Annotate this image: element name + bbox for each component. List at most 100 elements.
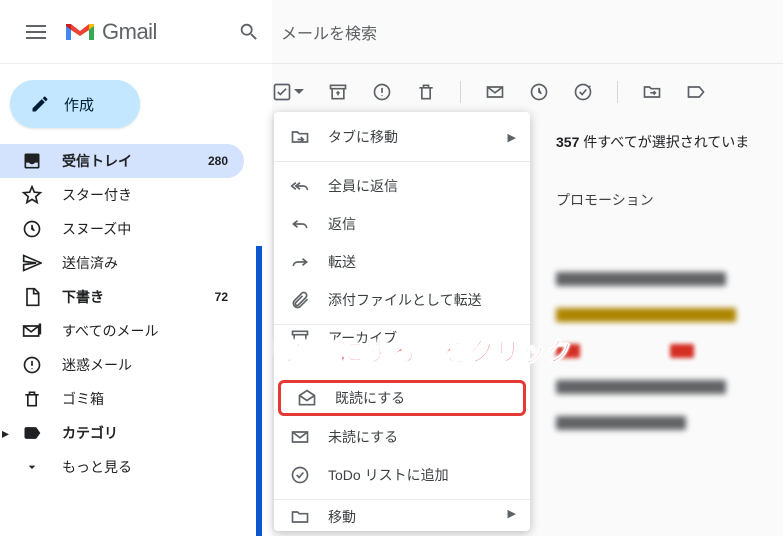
menu-forward[interactable]: 転送	[274, 243, 530, 281]
main-menu-button[interactable]	[12, 8, 60, 56]
compose-label: 作成	[64, 94, 94, 115]
sidebar-item-label: すべてのメール	[62, 321, 228, 341]
draft-icon	[22, 287, 42, 307]
inbox-icon	[22, 151, 42, 171]
sidebar: 作成 受信トレイ 280 スター付き スヌーズ中 送信済み 下書き	[0, 64, 256, 536]
hamburger-icon	[26, 25, 46, 39]
sidebar-item-count: 280	[208, 154, 228, 168]
sidebar-item-spam[interactable]: 迷惑メール	[0, 348, 244, 382]
instruction-annotation: 『既読にする』をクリック	[260, 332, 572, 369]
mail-open-icon	[297, 388, 317, 408]
sidebar-item-drafts[interactable]: 下書き 72	[0, 280, 244, 314]
sidebar-item-snoozed[interactable]: スヌーズ中	[0, 212, 244, 246]
menu-label: 移動	[328, 507, 356, 525]
gmail-logo-text: Gmail	[102, 19, 157, 45]
sidebar-item-label: ゴミ箱	[62, 389, 228, 409]
archive-button[interactable]	[328, 82, 348, 102]
sidebar-item-label: スヌーズ中	[62, 219, 228, 239]
sidebar-item-sent[interactable]: 送信済み	[0, 246, 244, 280]
move-to-tab-icon	[290, 127, 310, 147]
selection-info: 357 件すべてが選択されていま	[556, 124, 783, 160]
menu-move[interactable]: 移動 ▶	[274, 505, 530, 525]
menu-move-to-tab[interactable]: タブに移動 ▶	[274, 118, 530, 156]
trash-icon	[22, 389, 42, 409]
sidebar-item-all-mail[interactable]: すべてのメール	[0, 314, 244, 348]
menu-add-todo[interactable]: ToDo リストに追加	[274, 456, 530, 494]
nav-list: 受信トレイ 280 スター付き スヌーズ中 送信済み 下書き 72	[0, 144, 256, 484]
menu-separator	[274, 499, 530, 500]
delete-button[interactable]	[416, 82, 436, 102]
selection-rest: 件すべてが選択されていま	[579, 134, 749, 150]
attachment-icon	[290, 290, 310, 310]
tab-promotions[interactable]: プロモーション	[556, 190, 783, 210]
select-all-checkbox[interactable]	[272, 82, 304, 102]
gmail-logo[interactable]: Gmail	[64, 19, 157, 45]
reply-all-icon	[290, 176, 310, 196]
report-spam-button[interactable]	[372, 82, 392, 102]
move-to-button[interactable]	[642, 82, 662, 102]
context-menu: タブに移動 ▶ 全員に返信 返信 転送 添付ファイルとして転送	[274, 112, 530, 531]
menu-forward-attachment[interactable]: 添付ファイルとして転送	[274, 281, 530, 319]
forward-icon	[290, 252, 310, 272]
sidebar-item-label: もっと見る	[62, 457, 228, 477]
spam-icon	[22, 355, 42, 375]
main-content: 357 件すべてが選択されていま プロモーション タブに移動 ▶ 全員に返信	[256, 64, 783, 536]
search-bar[interactable]: メールを検索	[237, 20, 377, 44]
submenu-arrow-icon: ▶	[508, 131, 516, 144]
menu-separator	[274, 324, 530, 325]
sidebar-item-label: 迷惑メール	[62, 355, 228, 375]
chevron-down-icon	[22, 457, 42, 477]
menu-mark-unread[interactable]: 未読にする	[274, 418, 530, 456]
menu-separator	[274, 161, 530, 162]
chevron-right-icon: ▸	[2, 425, 16, 442]
gmail-logo-icon	[64, 20, 96, 44]
sidebar-item-label: 受信トレイ	[62, 151, 188, 171]
menu-label: 転送	[328, 252, 356, 272]
menu-label: ToDo リストに追加	[328, 465, 449, 485]
search-icon	[237, 20, 261, 44]
menu-label: 全員に返信	[328, 176, 398, 196]
submenu-arrow-icon: ▶	[508, 507, 516, 520]
category-icon	[22, 423, 42, 443]
search-placeholder: メールを検索	[281, 20, 377, 44]
selection-count: 357	[556, 134, 579, 150]
all-mail-icon	[22, 321, 42, 341]
sidebar-item-trash[interactable]: ゴミ箱	[0, 382, 244, 416]
menu-label: 返信	[328, 214, 356, 234]
sidebar-item-label: 送信済み	[62, 253, 228, 273]
header-bar: Gmail メールを検索	[0, 0, 783, 64]
sidebar-item-label: スター付き	[62, 185, 228, 205]
menu-reply[interactable]: 返信	[274, 205, 530, 243]
menu-label: 添付ファイルとして転送	[328, 290, 482, 310]
clock-icon	[22, 219, 42, 239]
dropdown-arrow-icon	[294, 87, 304, 97]
sidebar-item-starred[interactable]: スター付き	[0, 178, 244, 212]
menu-reply-all[interactable]: 全員に返信	[274, 167, 530, 205]
message-list-blurred: 357 件すべてが選択されていま プロモーション	[556, 124, 783, 536]
sidebar-item-more[interactable]: もっと見る	[0, 450, 244, 484]
selection-indicator	[256, 246, 262, 536]
star-icon	[22, 185, 42, 205]
send-icon	[22, 253, 42, 273]
sidebar-item-inbox[interactable]: 受信トレイ 280	[0, 144, 244, 178]
sidebar-item-label: カテゴリ	[62, 423, 228, 443]
sidebar-item-count: 72	[215, 290, 228, 304]
reply-icon	[290, 214, 310, 234]
toolbar-separator	[617, 81, 618, 103]
labels-button[interactable]	[686, 82, 706, 102]
toolbar-separator	[460, 81, 461, 103]
snooze-button[interactable]	[529, 82, 549, 102]
move-icon	[290, 507, 310, 525]
menu-mark-read[interactable]: 既読にする	[278, 380, 526, 416]
pencil-icon	[30, 94, 50, 114]
mark-unread-button[interactable]	[485, 82, 505, 102]
menu-label: 未読にする	[328, 427, 398, 447]
sidebar-item-label: 下書き	[62, 287, 195, 307]
checkbox-checked-icon	[272, 82, 292, 102]
add-task-button[interactable]	[573, 82, 593, 102]
mail-icon	[290, 427, 310, 447]
todo-icon	[290, 465, 310, 485]
menu-label: 既読にする	[335, 388, 405, 408]
sidebar-item-categories[interactable]: ▸ カテゴリ	[0, 416, 244, 450]
compose-button[interactable]: 作成	[10, 80, 140, 128]
